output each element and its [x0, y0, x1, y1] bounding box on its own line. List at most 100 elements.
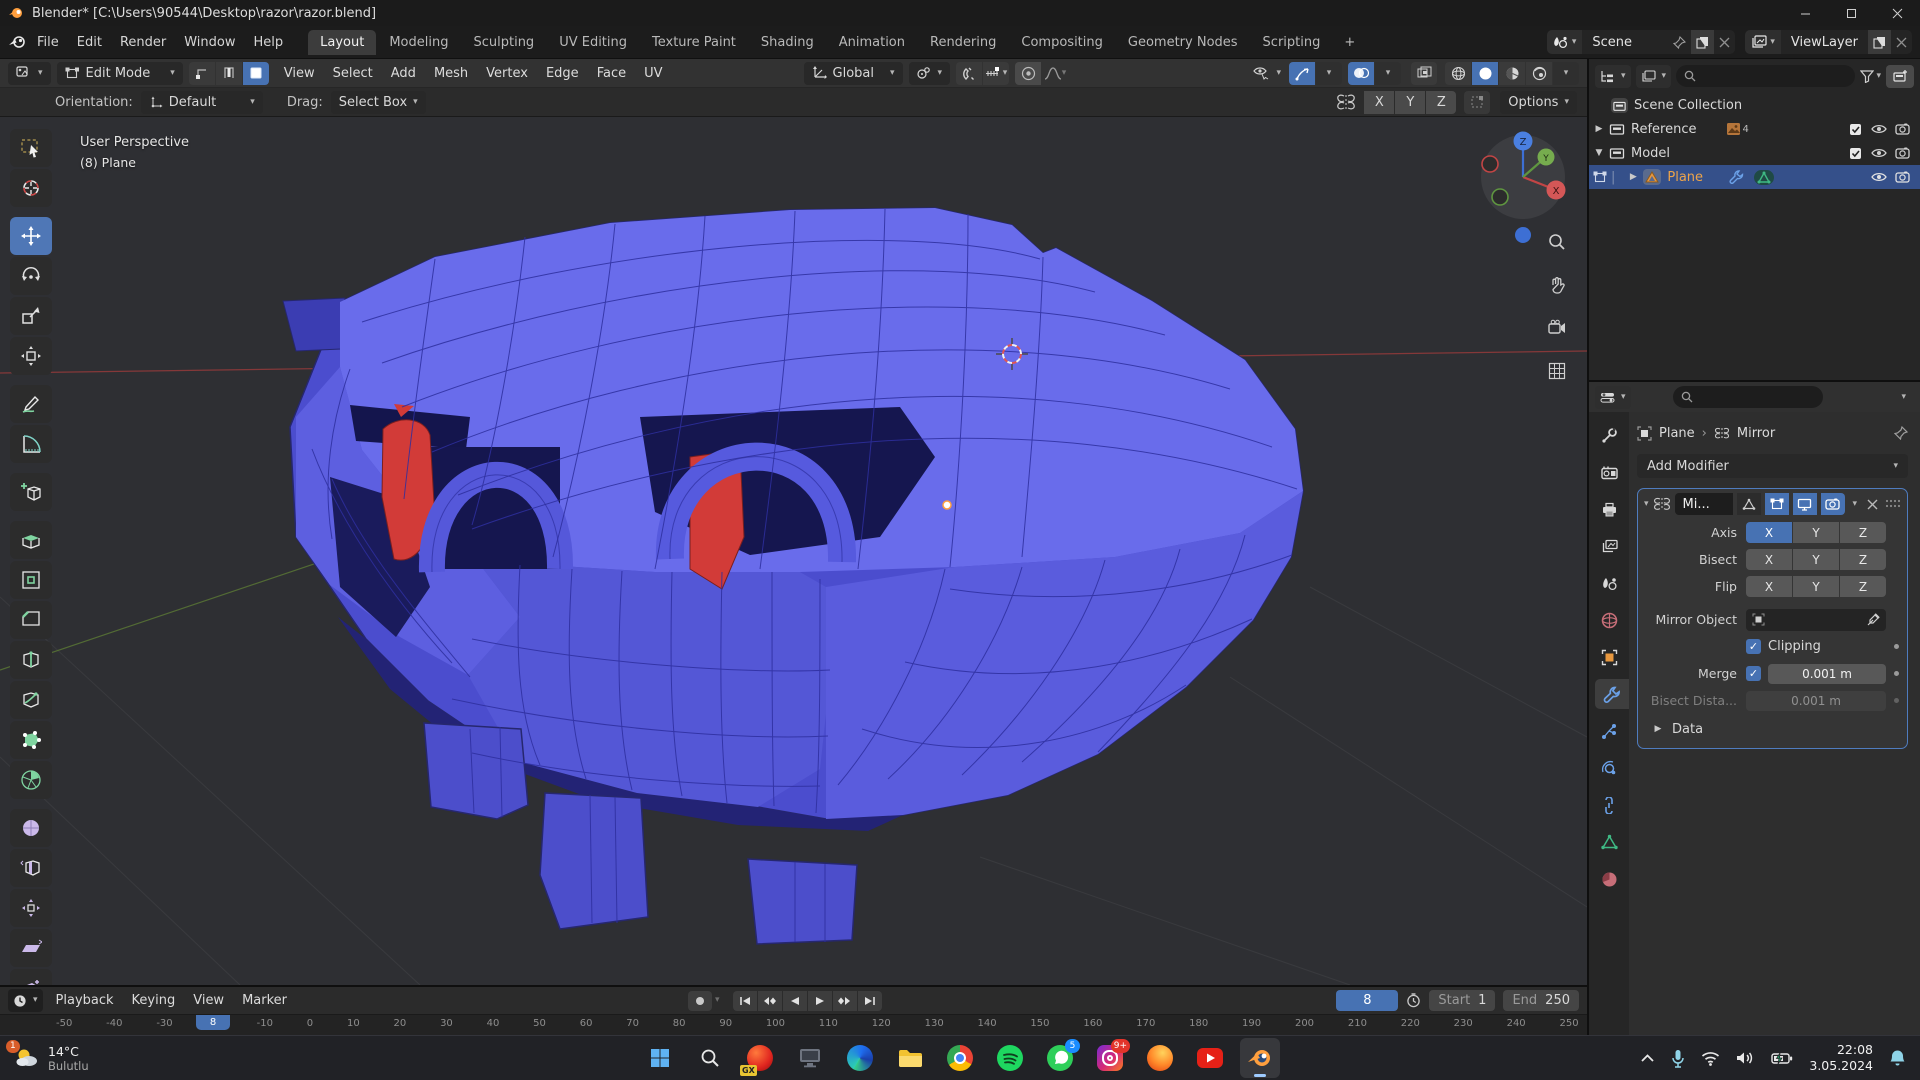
- axis-z-button[interactable]: Z: [1840, 522, 1886, 543]
- workspace-tab[interactable]: Rendering: [918, 30, 1008, 55]
- taskbar-app-chrome[interactable]: [940, 1038, 980, 1078]
- timeline-menu-item[interactable]: View: [184, 989, 233, 1012]
- current-frame-field[interactable]: 8: [1336, 990, 1398, 1011]
- poly-build-tool[interactable]: [10, 721, 52, 759]
- viewport-menu-item[interactable]: Add: [382, 62, 425, 85]
- outliner-row-reference[interactable]: ▶ Reference 4: [1589, 117, 1920, 141]
- hide-eye-icon[interactable]: [1871, 123, 1887, 135]
- expand-icon[interactable]: ▶: [1593, 124, 1605, 134]
- new-scene-button[interactable]: [1691, 30, 1714, 54]
- xray-toggle-button[interactable]: [1411, 62, 1437, 85]
- viewport-menu-item[interactable]: Face: [588, 62, 635, 85]
- cursor-tool[interactable]: [10, 169, 52, 207]
- blender-app-menu-icon[interactable]: [8, 35, 26, 49]
- tab-view-layer[interactable]: [1589, 531, 1629, 561]
- taskbar-app-browser[interactable]: [1140, 1038, 1180, 1078]
- tab-particles[interactable]: [1589, 716, 1629, 746]
- new-viewlayer-button[interactable]: [1868, 30, 1891, 54]
- play-reverse-button[interactable]: [783, 991, 807, 1011]
- taskbar-app-file-explorer[interactable]: [890, 1038, 930, 1078]
- object-visibility-button[interactable]: ▾: [1244, 62, 1289, 85]
- wifi-icon[interactable]: [1701, 1051, 1720, 1066]
- modifier-name-field[interactable]: Mi...: [1675, 493, 1733, 515]
- add-workspace-button[interactable]: +: [1334, 31, 1365, 54]
- breadcrumb-modifier[interactable]: Mirror: [1737, 426, 1775, 441]
- taskbar-app-edge[interactable]: [840, 1038, 880, 1078]
- shrink-fatten-tool[interactable]: [10, 889, 52, 927]
- tab-world[interactable]: [1589, 605, 1629, 635]
- knife-tool[interactable]: [10, 681, 52, 719]
- close-button[interactable]: [1874, 0, 1920, 26]
- auto-keying-button[interactable]: [688, 991, 712, 1011]
- workspace-tab[interactable]: UV Editing: [547, 30, 639, 55]
- pivot-point-button[interactable]: ▾: [909, 62, 951, 85]
- mirror-axis-button[interactable]: Z: [1426, 91, 1456, 114]
- delete-scene-button[interactable]: [1714, 37, 1735, 48]
- disable-render-camera-icon[interactable]: [1895, 123, 1910, 135]
- timeline-menu-item[interactable]: Marker: [233, 989, 296, 1012]
- viewport-menu-item[interactable]: Edge: [537, 62, 588, 85]
- notification-bell-icon[interactable]: [1889, 1049, 1906, 1068]
- merge-threshold-field[interactable]: 0.001 m: [1768, 664, 1886, 684]
- move-tool[interactable]: [10, 217, 52, 255]
- outliner-row-plane[interactable]: | ▶ Plane: [1589, 165, 1920, 189]
- toggle-ortho-button[interactable]: [1544, 358, 1570, 384]
- flip-z-button[interactable]: Z: [1840, 576, 1886, 597]
- taskbar-app-monitor[interactable]: [790, 1038, 830, 1078]
- edge-slide-tool[interactable]: [10, 849, 52, 887]
- bevel-tool[interactable]: [10, 601, 52, 639]
- transform-tool[interactable]: [10, 337, 52, 375]
- collapse-icon[interactable]: ▼: [1593, 148, 1605, 158]
- tab-material[interactable]: [1589, 864, 1629, 894]
- clipping-checkbox[interactable]: ✓: [1746, 639, 1761, 654]
- face-select-button[interactable]: [243, 62, 269, 85]
- tab-object-data[interactable]: [1589, 827, 1629, 857]
- camera-view-button[interactable]: [1544, 315, 1570, 341]
- viewport-menu-item[interactable]: UV: [635, 62, 671, 85]
- hide-eye-icon[interactable]: [1871, 147, 1887, 159]
- minimize-button[interactable]: [1782, 0, 1828, 26]
- show-overlays-button[interactable]: [1348, 62, 1374, 85]
- hide-eye-icon[interactable]: [1871, 171, 1887, 183]
- menu-item[interactable]: Edit: [68, 31, 111, 54]
- new-collection-button[interactable]: [1886, 65, 1914, 88]
- workspace-tab[interactable]: Scripting: [1251, 30, 1333, 55]
- toggle-show-in-render[interactable]: [1821, 493, 1845, 515]
- mirror-axis-button[interactable]: Y: [1395, 91, 1425, 114]
- viewlayer-browse-button[interactable]: ▾: [1745, 30, 1781, 54]
- play-button[interactable]: [808, 991, 832, 1011]
- animate-dot[interactable]: [1894, 644, 1899, 649]
- previous-keyframe-button[interactable]: [758, 991, 782, 1011]
- timeline-menu-item[interactable]: Keying: [123, 989, 185, 1012]
- disable-render-camera-icon[interactable]: [1895, 171, 1910, 183]
- rendered-shading-button[interactable]: [1526, 62, 1552, 85]
- viewport-menu-item[interactable]: View: [275, 62, 324, 85]
- viewport-menu-item[interactable]: Select: [324, 62, 382, 85]
- annotate-tool[interactable]: [10, 385, 52, 423]
- workspace-tab[interactable]: Texture Paint: [640, 30, 748, 55]
- gizmo-minus-y-axis[interactable]: [1492, 189, 1508, 205]
- vertex-select-button[interactable]: [189, 62, 215, 85]
- search-button[interactable]: [690, 1038, 730, 1078]
- loop-cut-tool[interactable]: [10, 641, 52, 679]
- exclude-checkbox-icon[interactable]: [1849, 147, 1863, 160]
- toggle-show-in-edit-mode[interactable]: [1765, 493, 1789, 515]
- bisect-y-button[interactable]: Y: [1793, 549, 1839, 570]
- properties-options-button[interactable]: ▾: [1901, 393, 1914, 402]
- collapse-panel-icon[interactable]: ▾: [1644, 500, 1649, 509]
- falloff-button[interactable]: ▾: [1042, 62, 1068, 85]
- taskbar-clock[interactable]: 22:08 3.05.2024: [1809, 1042, 1873, 1073]
- volume-icon[interactable]: [1736, 1050, 1755, 1066]
- shading-options-button[interactable]: ▾: [1553, 62, 1579, 85]
- exclude-checkbox-icon[interactable]: [1849, 123, 1863, 136]
- mode-selector[interactable]: Edit Mode ▾: [57, 62, 183, 85]
- taskbar-app-instagram[interactable]: 9+: [1090, 1038, 1130, 1078]
- pan-button[interactable]: [1544, 272, 1570, 298]
- breadcrumb-object[interactable]: Plane: [1659, 426, 1695, 441]
- scene-name[interactable]: Scene: [1582, 35, 1668, 50]
- start-frame-field[interactable]: Start 1: [1429, 990, 1495, 1011]
- tab-physics[interactable]: [1589, 753, 1629, 783]
- add-modifier-dropdown[interactable]: Add Modifier ▾: [1637, 454, 1908, 478]
- menu-item[interactable]: File: [28, 31, 68, 54]
- microphone-icon[interactable]: [1671, 1049, 1685, 1068]
